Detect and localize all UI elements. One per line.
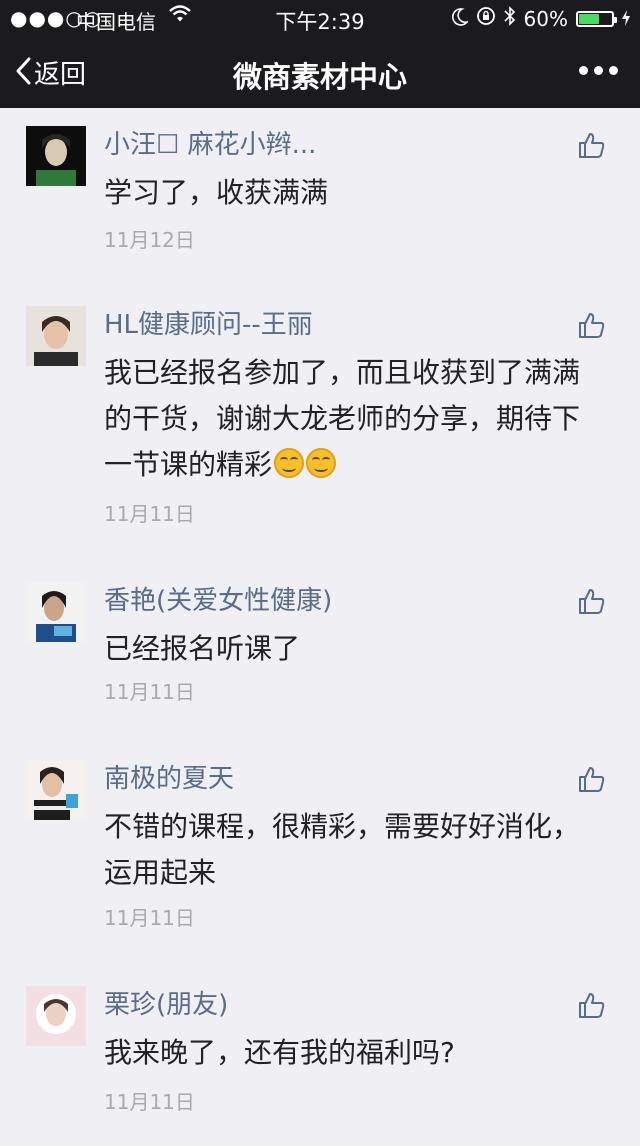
comment-list: 小汪☐ 麻花小辫... 学习了，收获满满 11月12日 HL健康顾问--王丽 我… [0,108,640,1146]
comment-date: 11月11日 [104,1090,195,1114]
avatar[interactable] [26,126,86,186]
smile-emoji-icon [274,448,305,478]
comment-item: 小汪☐ 麻花小辫... 学习了，收获满满 11月12日 [0,108,640,288]
avatar[interactable] [26,760,86,820]
comment-date: 11月11日 [104,502,195,526]
like-thumb-icon[interactable] [576,586,606,616]
smile-emoji-icon [306,448,337,478]
battery-percent: 60% [523,6,568,31]
battery-icon [576,10,617,27]
comment-text: 我来晚了，还有我的福利吗? [104,1036,455,1069]
comment-nickname[interactable]: 栗珍(朋友) [104,984,228,1021]
avatar[interactable] [26,306,86,366]
comment-date: 11月12日 [104,228,195,252]
comment-nickname[interactable]: 南极的夏天 [104,758,234,795]
comment-nickname[interactable]: 香艳(关爱女性健康) [104,580,332,617]
comment-item: 香艳(关爱女性健康) 已经报名听课了 11月11日 [0,564,640,742]
comment-item: 南极的夏天 不错的课程，很精彩，需要好好消化，运用起来 11月11日 [0,742,640,968]
more-dot-icon [579,66,588,75]
status-bar: ●●●○○ 中国电信 下午2:39 60% [0,0,640,36]
comment-date: 11月11日 [104,680,195,704]
comment-text: 学习了，收获满满 [104,176,329,209]
status-right: 60% [451,6,630,31]
avatar[interactable] [26,986,86,1046]
comment-text: 已经报名听课了 [104,632,301,665]
bluetooth-icon [503,6,516,31]
like-thumb-icon[interactable] [576,310,606,340]
like-thumb-icon[interactable] [576,990,606,1020]
more-button[interactable] [579,66,618,75]
nav-bar: 返回 微商素材中心 [0,36,640,108]
comment-text-content: 我已经报名参加了，而且收获到了满满的干货，谢谢大龙老师的分享，期待下一节课的精彩 [104,356,581,481]
comment-item: HL健康顾问--王丽 我已经报名参加了，而且收获到了满满的干货，谢谢大龙老师的分… [0,288,640,564]
page-title: 微商素材中心 [232,60,407,94]
comment-item: 栗珍(朋友) 我来晚了，还有我的福利吗? 11月11日 [0,968,640,1146]
like-thumb-icon[interactable] [576,130,606,160]
charging-icon [622,7,630,31]
like-thumb-icon[interactable] [576,764,606,794]
comment-date: 11月11日 [104,906,195,930]
avatar[interactable] [26,582,86,642]
comment-nickname[interactable]: HL健康顾问--王丽 [104,304,313,341]
comment-nickname[interactable]: 小汪☐ 麻花小辫... [104,124,316,161]
more-dot-icon [609,66,618,75]
top-bar: ●●●○○ 中国电信 下午2:39 60% 返回 微商素材中心 [0,0,640,108]
more-dot-icon [594,66,603,75]
moon-icon [451,7,469,31]
comment-text: 我已经报名参加了，而且收获到了满满的干货，谢谢大龙老师的分享，期待下一节课的精彩 [104,350,604,488]
comment-text: 不错的课程，很精彩，需要好好消化，运用起来 [104,810,581,889]
rotation-lock-icon [476,6,496,31]
